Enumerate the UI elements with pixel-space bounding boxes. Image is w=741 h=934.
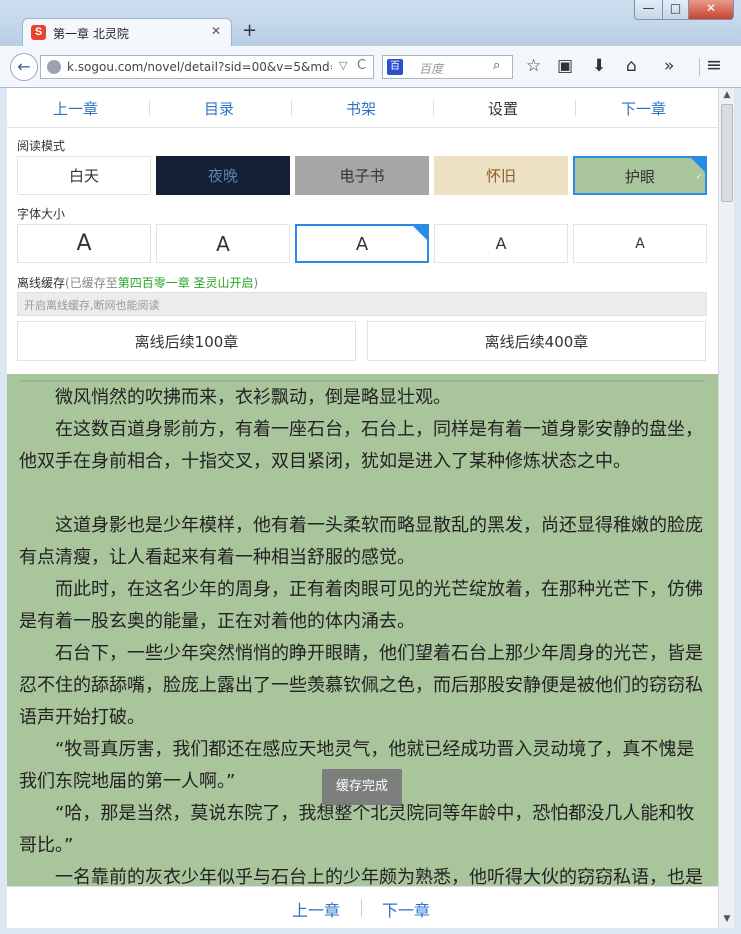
title-bar: S 第一章 北灵院 ✕ + — □ ✕ [0,0,741,46]
close-icon: ✕ [705,1,717,15]
mode-option-label: 电子书 [339,167,385,185]
mode-option[interactable]: 白天 [17,156,151,195]
reading-list-icon[interactable]: ▣ [557,56,573,76]
overflow-icon[interactable]: » [664,56,674,76]
paragraph: “哈，那是当然，莫说东院了，我想整个北灵院同等年龄中，恐怕都没几人能和牧哥比。” [19,803,695,856]
font-size-option[interactable]: A [156,224,290,263]
font-size-option-label: A [495,234,507,253]
font-size-option-label: A [635,236,645,252]
cache-complete-toast: 缓存完成 [322,769,402,805]
mode-option[interactable]: 护眼 ✓ [573,156,707,195]
sogou-icon: S [31,25,46,40]
url-text[interactable]: k.sogou.com/novel/detail?sid=00&v=5&md=1 [67,60,332,74]
maximize-icon: □ [669,1,682,15]
mode-option-label: 怀旧 [485,167,516,185]
close-window-button[interactable]: ✕ [688,0,734,20]
mode-option[interactable]: 夜晚 [156,156,290,195]
paragraph: 在这数百道身影前方，有着一座石台，石台上，同样是有着一道身影安静的盘坐，他双手在… [19,419,703,472]
minimize-icon: — [642,1,655,15]
scrollbar-thumb[interactable] [721,104,733,202]
search-placeholder: 百度 [419,62,444,76]
reading-content: 微风悄然的吹拂而来，衣衫飘动，倒是略显壮观。 在这数百道身影前方，有着一座石台，… [7,374,718,886]
paragraph: 这道身影也是少年模样，他有着一头柔软而略显散乱的黑发，尚还显得稚嫩的脸庞有点清瘦… [19,515,703,568]
mode-option[interactable]: 怀旧 [434,156,568,195]
next-chapter-link-bottom[interactable]: 下一章 [382,897,430,921]
cache-open-paren: (已缓存至 [65,276,118,290]
font-size-option[interactable]: A [434,224,568,263]
url-dropdown-icon[interactable]: ▽ [339,59,347,72]
prev-chapter-link-bottom[interactable]: 上一章 [292,897,340,921]
home-icon[interactable]: ⌂ [626,56,637,76]
browser-tab[interactable]: S 第一章 北灵院 ✕ [22,18,232,46]
globe-icon [47,60,61,74]
mode-option-label: 白天 [68,167,99,185]
mode-option-label: 护眼 [624,168,655,186]
nav-divider [433,100,434,116]
font-size-option[interactable]: A [573,224,707,263]
download-icon[interactable]: ⬇ [592,56,606,76]
maximize-button[interactable]: □ [662,0,689,20]
nav-divider [361,899,362,917]
reload-icon[interactable]: C [357,58,366,73]
scroll-up-icon[interactable]: ▲ [719,88,735,103]
search-icon[interactable]: ⌕ [493,58,500,73]
bookmark-star-icon[interactable]: ☆ [526,56,541,76]
nav-divider [291,100,292,116]
paragraph: 而此时，在这名少年的周身，正有着肉眼可见的光芒绽放着，在那种光芒下，仿佛是有着一… [19,579,703,632]
back-button[interactable]: ← [10,53,38,81]
minimize-button[interactable]: — [634,0,663,20]
toolbar-separator [699,58,700,76]
font-size-option-label: A [355,234,369,255]
scroll-down-icon[interactable]: ▼ [719,912,735,927]
prev-chapter-link[interactable]: 上一章 [53,98,98,119]
chapter-nav-top: 上一章 目录 书架 设置 下一章 [7,88,718,128]
baidu-icon[interactable]: 百 [387,59,403,75]
tab-title: 第一章 北灵院 [53,27,129,41]
paragraph: 微风悄然的吹拂而来，衣衫飘动，倒是略显壮观。 [55,387,451,408]
next-chapter-link[interactable]: 下一章 [621,98,666,119]
navigation-toolbar: ← k.sogou.com/novel/detail?sid=00&v=5&md… [0,46,741,88]
check-mark: ✓ [696,172,703,181]
download-100-button[interactable]: 离线后续100章 [17,321,356,361]
close-tab-icon[interactable]: ✕ [211,24,221,38]
page-viewport: 上一章 目录 书架 设置 下一章 阅读模式 白天 夜晚 电子书 怀旧 护眼 ✓ 字体大小 … [7,88,718,928]
cached-chapter-link[interactable]: 第四百零一章 圣灵山开启 [118,276,254,290]
toc-link[interactable]: 目录 [204,98,234,119]
mode-option[interactable]: 电子书 [295,156,429,195]
scrollbar[interactable]: ▲ ▼ [718,88,734,928]
font-size-option[interactable]: A [17,224,151,263]
selected-check-icon: ✓ [691,158,705,181]
cache-close-paren: ) [253,276,259,290]
offline-cache-status: 离线缓存(已缓存至第四百零一章 圣灵山开启) [17,274,258,291]
offline-cache-label: 离线缓存 [17,276,66,290]
bookshelf-link[interactable]: 书架 [346,98,376,119]
download-400-button[interactable]: 离线后续400章 [367,321,706,361]
partial-line [19,374,705,382]
reading-mode-label: 阅读模式 [17,139,66,153]
search-box[interactable]: 百 百度 ⌕ [382,55,513,79]
mode-option-label: 夜晚 [207,167,238,185]
font-size-option-label: A [216,232,230,256]
check-mark: ✓ [418,239,425,248]
settings-link[interactable]: 设置 [488,98,518,119]
nav-divider [575,100,576,116]
font-size-label: 字体大小 [17,207,66,221]
paragraph: 石台下，一些少年突然悄悄的睁开眼睛，他们望着石台上那少年周身的光芒，皆是忍不住的… [19,643,703,728]
paragraph: 一名靠前的灰衣少年似乎与石台上的少年颇为熟悉，他听得大伙的窃窃私语，也是得意的一… [55,867,703,886]
font-size-option[interactable]: A ✓ [295,224,429,263]
selected-check-icon: ✓ [413,226,427,248]
new-tab-button[interactable]: + [242,20,257,41]
address-bar[interactable]: k.sogou.com/novel/detail?sid=00&v=5&md=1… [40,55,374,79]
menu-icon[interactable]: ≡ [706,54,722,76]
chapter-nav-bottom: 上一章 下一章 [7,886,718,928]
cache-hint: 开启离线缓存,断网也能阅读 [17,292,707,316]
font-size-option-label: A [76,231,92,256]
nav-divider [149,100,150,116]
